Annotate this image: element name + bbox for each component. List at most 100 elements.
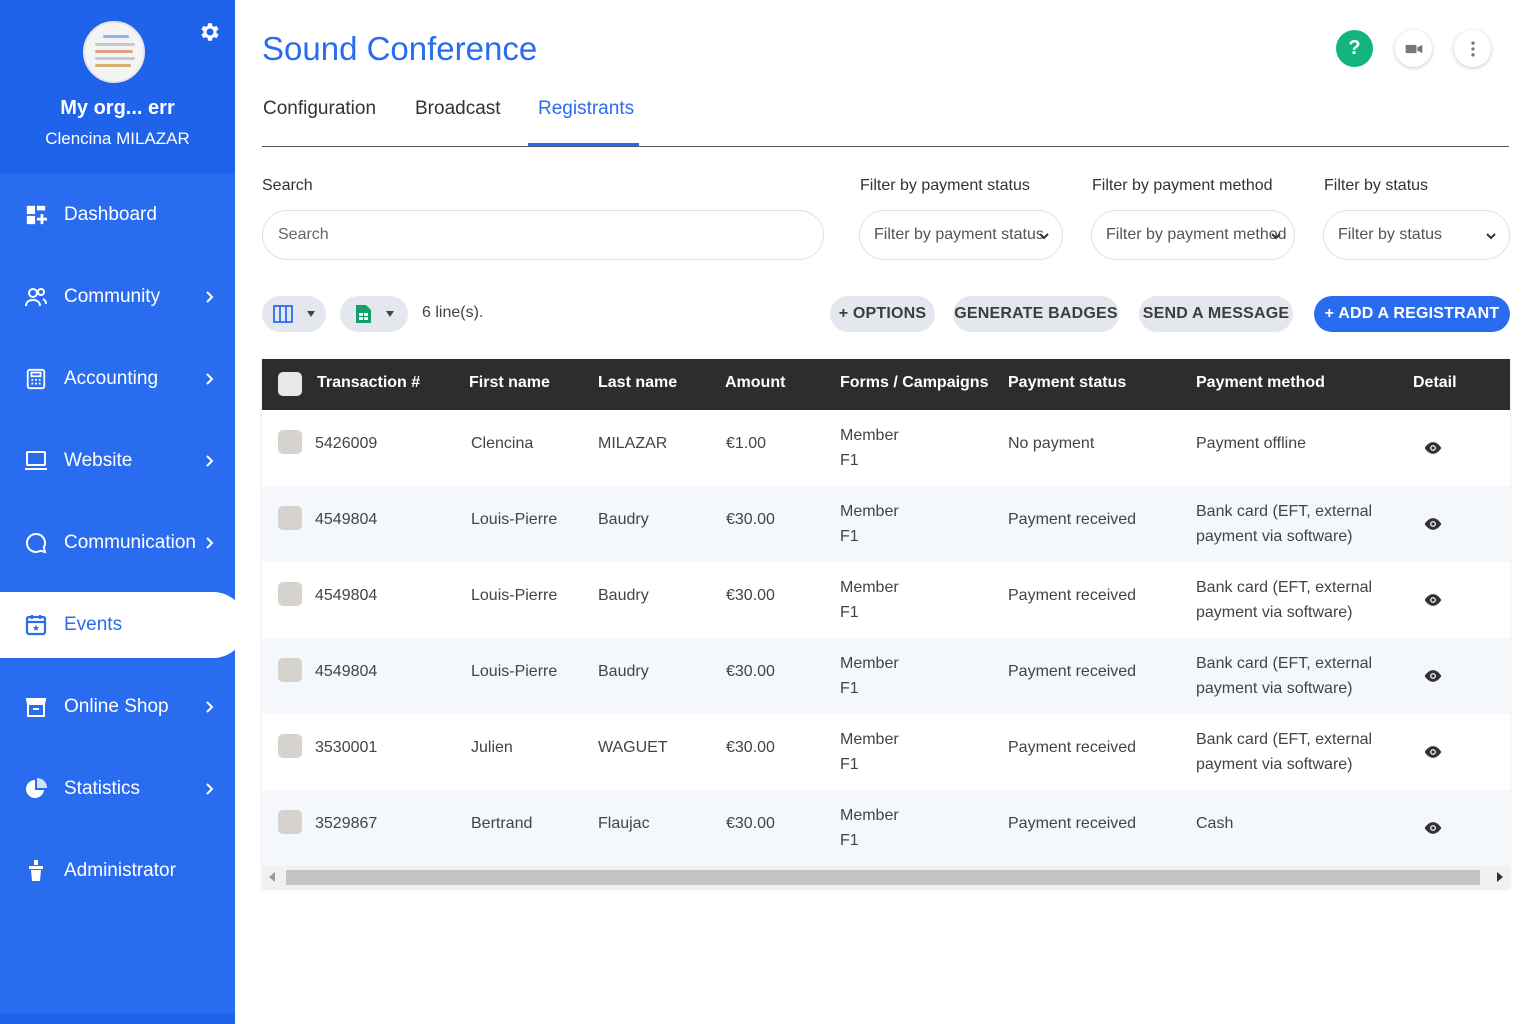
column-header-forms[interactable]: Forms / Campaigns [840,374,988,392]
cell-payment-method-line: Bank card (EFT, external [1196,655,1373,672]
cell-forms-name: Member [840,579,899,596]
cell-payment-method-line: payment via software) [1196,604,1353,621]
sidebar-item-events[interactable]: Events [0,592,246,658]
cell-amount: €1.00 [726,435,767,452]
help-button[interactable]: ? [1336,30,1373,67]
columns-menu-button[interactable] [262,296,326,332]
status-select[interactable]: Filter by status [1323,210,1510,260]
chevron-right-icon [206,455,214,467]
cell-last-name: Flaujac [598,815,650,832]
payment-status-select[interactable]: Filter by payment status [859,210,1063,260]
scroll-right-arrow-icon[interactable] [1497,872,1503,882]
select-all-checkbox[interactable] [278,372,302,396]
options-button[interactable]: + OPTIONS [830,296,935,332]
cell-amount: €30.00 [726,739,775,756]
sidebar-item-community[interactable]: Community [0,256,235,338]
search-label: Search [262,177,313,194]
row-checkbox[interactable] [278,506,302,530]
sidebar-item-administrator[interactable]: Administrator [0,830,235,912]
export-menu-button[interactable] [340,296,408,332]
cell-transaction: 3530001 [315,739,378,756]
add-registrant-button[interactable]: + ADD A REGISTRANT [1314,296,1510,332]
eye-icon[interactable] [1423,438,1443,458]
column-header-amount[interactable]: Amount [725,374,785,392]
tab-bar: Configuration Broadcast Registrants [262,86,1509,147]
admin-icon [23,858,49,884]
cell-first-name: Clencina [471,435,534,452]
column-header-first-name[interactable]: First name [469,374,550,392]
row-checkbox[interactable] [278,734,302,758]
column-header-transaction[interactable]: Transaction # [317,374,420,392]
video-button[interactable] [1395,30,1432,67]
eye-icon[interactable] [1423,742,1443,762]
row-checkbox[interactable] [278,582,302,606]
column-header-detail: Detail [1413,374,1457,391]
tab-registrants[interactable]: Registrants [538,98,634,120]
send-message-button[interactable]: SEND A MESSAGE [1139,296,1293,332]
cell-payment-status: Payment received [1008,587,1137,604]
table-row: 4549804 Louis-Pierre Baudry €30.00 Membe… [262,562,1510,638]
chevron-down-icon [1039,233,1049,240]
scroll-left-arrow-icon[interactable] [269,872,275,882]
tab-broadcast[interactable]: Broadcast [415,98,501,120]
cell-forms: Member F1 [840,651,899,701]
organization-name: My org... err [60,97,175,119]
cell-payment-method-line: payment via software) [1196,528,1353,545]
eye-icon[interactable] [1423,666,1443,686]
search-input[interactable] [262,210,824,260]
tab-configuration[interactable]: Configuration [263,98,376,120]
cell-first-name: Louis-Pierre [471,511,558,528]
sidebar-footer [0,1014,235,1024]
user-name: Clencina MILAZAR [45,129,190,148]
cell-forms: Member F1 [840,423,899,473]
payment-status-select-value: Filter by payment status [874,226,1044,243]
cell-forms-name: Member [840,807,899,824]
sidebar-item-website[interactable]: Website [0,420,235,502]
more-options-button[interactable] [1454,30,1491,67]
eye-icon[interactable] [1423,590,1443,610]
cell-first-name: Louis-Pierre [471,663,558,680]
column-header-payment-status[interactable]: Payment status [1008,374,1126,392]
row-checkbox[interactable] [278,810,302,834]
column-header-last-name[interactable]: Last name [598,374,677,392]
row-checkbox[interactable] [278,430,302,454]
cell-payment-method: Bank card (EFT, external payment via soft… [1196,499,1372,549]
eye-icon[interactable] [1423,514,1443,534]
cell-forms: Member F1 [840,499,899,549]
payment-method-select[interactable]: Filter by payment method [1091,210,1295,260]
cell-payment-method: Bank card (EFT, external payment via soft… [1196,575,1372,625]
table-row: 3530001 Julien WAGUET €30.00 Member F1 Pa… [262,714,1510,790]
sidebar-item-label: Online Shop [64,696,169,717]
sidebar-item-accounting[interactable]: Accounting [0,338,235,420]
organization-avatar[interactable] [83,21,145,83]
cell-last-name: WAGUET [598,739,668,756]
sidebar-item-label: Dashboard [64,204,157,225]
sidebar-item-label: Statistics [64,778,141,799]
cell-forms-code: F1 [840,756,859,773]
eye-icon[interactable] [1423,818,1443,838]
sidebar-item-communication[interactable]: Communication [0,502,235,584]
community-icon [23,284,49,310]
scrollbar-thumb[interactable] [286,870,1480,885]
caret-down-icon [307,311,315,317]
horizontal-scrollbar[interactable] [262,866,1510,888]
cell-forms: Member F1 [840,727,899,777]
caret-down-icon [386,311,394,317]
page-title: Sound Conference [262,30,538,67]
sidebar-item-online-shop[interactable]: Online Shop [0,666,235,748]
table-row: 3529867 Bertrand Flaujac €30.00 Member F1… [262,790,1510,866]
sidebar-item-statistics[interactable]: Statistics [0,748,235,830]
gear-icon[interactable] [198,20,222,44]
column-header-payment-method[interactable]: Payment method [1196,374,1325,392]
columns-icon [273,305,293,323]
sidebar-item-label: Communication [64,532,196,553]
lines-count: 6 line(s). [422,304,484,321]
chevron-down-icon [1486,233,1496,240]
generate-badges-button[interactable]: GENERATE BADGES [953,296,1119,332]
sidebar-nav: Dashboard Community Accounting Website C… [0,174,246,912]
sidebar-item-dashboard[interactable]: Dashboard [0,174,235,256]
cell-payment-method-line: payment via software) [1196,756,1353,773]
chevron-right-icon [206,783,214,795]
cell-forms-code: F1 [840,528,859,545]
row-checkbox[interactable] [278,658,302,682]
